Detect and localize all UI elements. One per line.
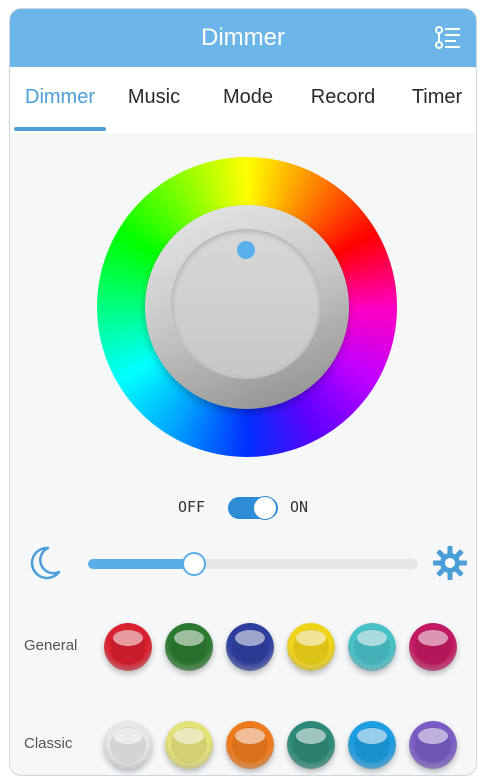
- active-tab-indicator: [14, 127, 106, 131]
- general-swatch-3[interactable]: [226, 623, 274, 671]
- power-toggle[interactable]: [228, 496, 278, 520]
- general-swatch-2[interactable]: [165, 623, 213, 671]
- general-swatch-1[interactable]: [104, 623, 152, 671]
- title-bar: Dimmer: [10, 9, 476, 67]
- classic-swatch-4[interactable]: [287, 721, 335, 769]
- toggle-knob: [253, 496, 277, 520]
- tab-timer[interactable]: Timer: [398, 67, 476, 127]
- page-title: Dimmer: [201, 24, 285, 51]
- rotary-knob[interactable]: [145, 205, 349, 409]
- sun-icon: [433, 546, 467, 580]
- general-presets-row: General: [10, 619, 476, 679]
- brightness-slider[interactable]: [88, 552, 418, 576]
- color-wheel-control: [97, 157, 397, 457]
- classic-swatch-5[interactable]: [348, 721, 396, 769]
- tab-bar: Dimmer Music Mode Record Timer: [10, 67, 476, 133]
- list-settings-icon[interactable]: [432, 23, 462, 53]
- general-swatch-6[interactable]: [409, 623, 457, 671]
- tab-mode[interactable]: Mode: [206, 67, 290, 127]
- classic-label: Classic: [24, 735, 73, 752]
- tab-music[interactable]: Music: [110, 67, 198, 127]
- off-label: OFF: [178, 498, 206, 516]
- classic-swatch-2[interactable]: [165, 721, 213, 769]
- knob-indicator-dot: [237, 241, 255, 259]
- classic-swatch-1[interactable]: [104, 721, 152, 769]
- brightness-slider-fill: [88, 559, 194, 569]
- brightness-row: [10, 541, 476, 585]
- moon-icon: [30, 546, 61, 580]
- tab-record[interactable]: Record: [298, 67, 388, 127]
- on-label: ON: [290, 498, 309, 516]
- classic-swatch-6[interactable]: [409, 721, 457, 769]
- app-window: Dimmer Dimmer Music Mode Record Timer OF…: [9, 8, 477, 776]
- classic-presets-row: Classic: [10, 717, 476, 775]
- general-label: General: [24, 637, 78, 654]
- general-swatch-4[interactable]: [287, 623, 335, 671]
- power-switch-row: OFF ON: [10, 495, 476, 525]
- brightness-slider-thumb[interactable]: [181, 552, 206, 576]
- tab-dimmer[interactable]: Dimmer: [10, 67, 110, 127]
- general-swatch-5[interactable]: [348, 623, 396, 671]
- classic-swatch-3[interactable]: [226, 721, 274, 769]
